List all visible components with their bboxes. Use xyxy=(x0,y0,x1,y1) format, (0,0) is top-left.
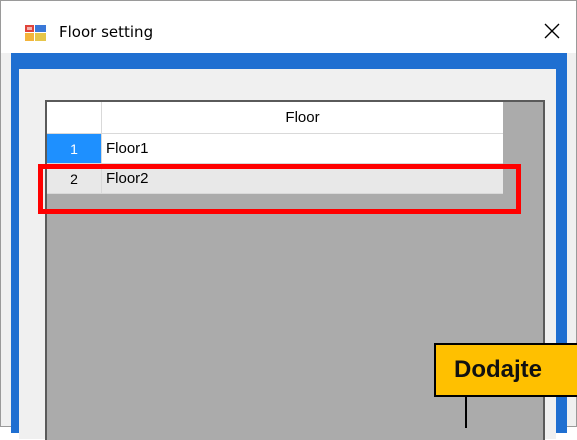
floor-cell[interactable]: Floor2 xyxy=(102,164,503,194)
row-header[interactable]: 2 xyxy=(47,164,102,194)
grid-header: Floor xyxy=(47,102,503,134)
floor-setting-window: Floor setting Floor 1 Floor1 2 Floor2 Do… xyxy=(0,0,577,440)
table-row[interactable]: 2 Floor2 xyxy=(47,164,503,194)
grid-corner-cell[interactable] xyxy=(47,102,102,134)
close-button[interactable] xyxy=(529,11,575,51)
close-icon xyxy=(544,23,560,39)
floor-cell[interactable]: Floor1 xyxy=(102,134,503,164)
row-header[interactable]: 1 xyxy=(47,134,102,164)
app-window-icon xyxy=(25,24,47,42)
column-header-floor[interactable]: Floor xyxy=(102,102,503,134)
callout-pointer-line xyxy=(465,397,467,428)
window-title: Floor setting xyxy=(59,23,154,41)
callout-label: Dodajte xyxy=(434,343,577,397)
title-bar[interactable]: Floor setting xyxy=(1,1,576,53)
table-row[interactable]: 1 Floor1 xyxy=(47,134,503,164)
